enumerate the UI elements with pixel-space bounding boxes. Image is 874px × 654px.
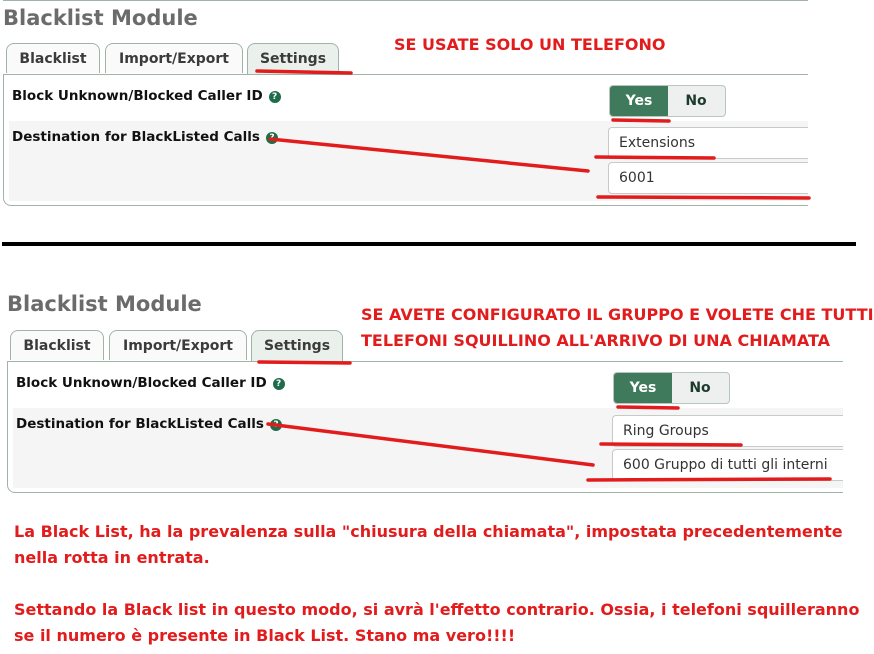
- underline-bottom-settings-tab: [257, 360, 352, 365]
- footer-paragraph-1: La Black List, ha la prevalenza sulla "c…: [14, 522, 843, 567]
- underline-top-settings-tab: [255, 69, 353, 75]
- footer-paragraph-2: Settando la Black list in questo modo, s…: [14, 600, 860, 645]
- arrow-bottom-dest: [266, 422, 595, 467]
- arrow-top-dest: [268, 137, 590, 173]
- underline-bottom-yes: [616, 405, 680, 410]
- underline-top-extensions: [594, 155, 716, 160]
- underline-bottom-600: [586, 477, 832, 482]
- underline-top-6001: [596, 195, 811, 200]
- underline-top-yes: [611, 118, 671, 123]
- underline-bottom-ring-groups: [599, 442, 743, 447]
